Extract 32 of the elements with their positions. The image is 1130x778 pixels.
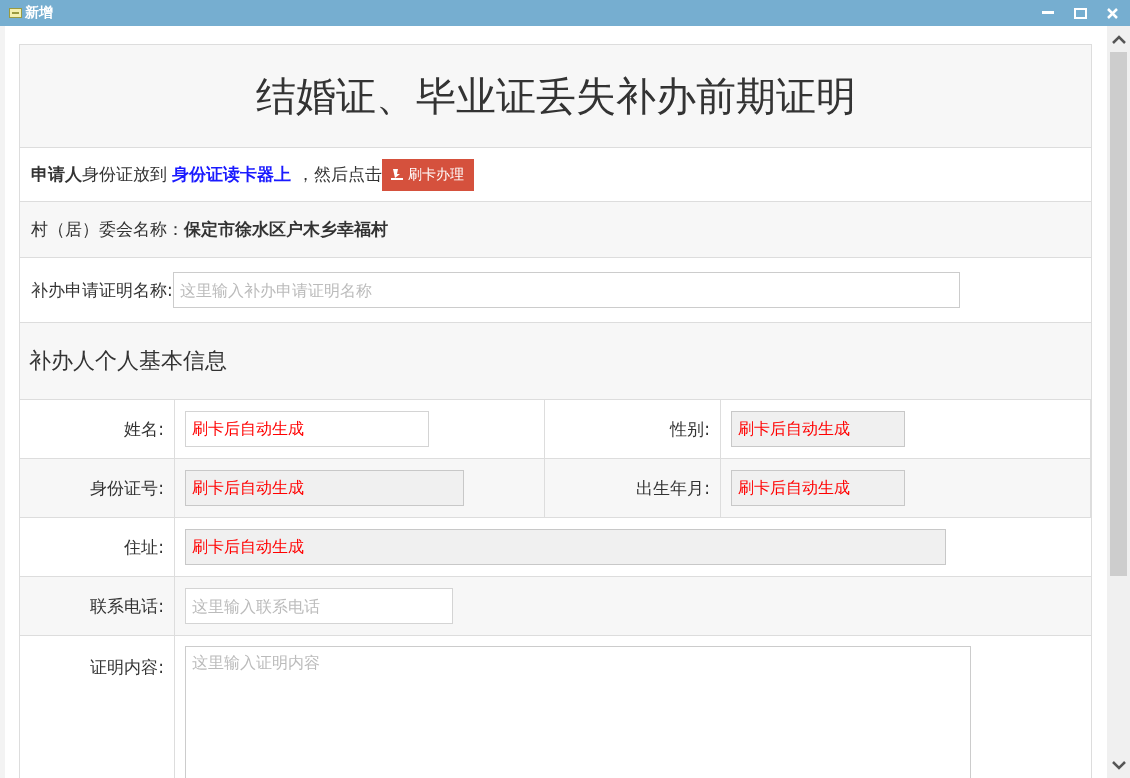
window-title: 新增 xyxy=(25,4,54,22)
certificate-name-label: 补办申请证明名称: xyxy=(31,278,173,302)
text-field[interactable]: 刷卡后自动生成 xyxy=(731,470,905,506)
village-name: 保定市徐水区户木乡幸福村 xyxy=(184,218,388,241)
scrollbar[interactable] xyxy=(1107,26,1130,778)
field-label: 出生年月: xyxy=(636,476,710,500)
field-label: 联系电话: xyxy=(90,594,164,618)
maximize-icon xyxy=(1073,7,1087,19)
field-label: 身份证号: xyxy=(90,476,164,500)
scroll-up-icon[interactable] xyxy=(1111,34,1126,44)
card-reader-icon xyxy=(389,168,404,181)
field-label: 姓名: xyxy=(124,417,164,441)
minimize-icon xyxy=(1042,11,1054,15)
scroll-down-icon[interactable] xyxy=(1111,760,1126,770)
content-textarea[interactable]: 这里输入证明内容 xyxy=(185,646,971,778)
scrollbar-thumb[interactable] xyxy=(1110,52,1127,576)
text-field[interactable]: 刷卡后自动生成 xyxy=(185,470,464,506)
instruction-text: 申请人身份证放到 身份证读卡器上 ，然后点击 xyxy=(31,163,382,186)
field-label: 性别: xyxy=(670,417,710,441)
certificate-name-field[interactable]: 这里输入补办申请证明名称 xyxy=(172,272,960,308)
village-label: 村（居）委会名称： xyxy=(31,218,184,241)
swipe-card-button[interactable]: 刷卡办理 xyxy=(381,158,474,191)
field-label: 住址: xyxy=(124,535,164,559)
text-field[interactable]: 刷卡后自动生成 xyxy=(185,529,946,565)
window-icon xyxy=(9,8,22,18)
text-field[interactable]: 刷卡后自动生成 xyxy=(185,411,429,447)
text-field[interactable]: 刷卡后自动生成 xyxy=(731,411,905,447)
close-icon xyxy=(1106,7,1118,19)
form-title: 结婚证、毕业证丢失补办前期证明 xyxy=(255,71,856,121)
field-label: 证明内容: xyxy=(90,656,164,679)
text-field[interactable]: 这里输入联系电话 xyxy=(185,588,453,624)
section-title: 补办人个人基本信息 xyxy=(29,347,227,375)
